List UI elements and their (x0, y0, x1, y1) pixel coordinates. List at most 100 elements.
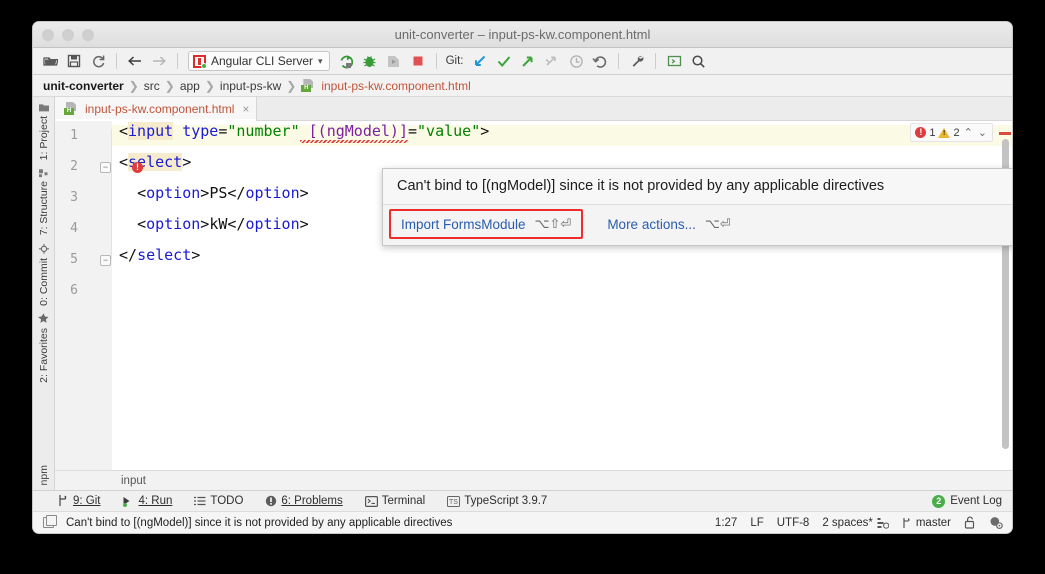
debug-icon[interactable] (359, 51, 381, 72)
maximize-window-button[interactable] (82, 28, 94, 41)
branch-name: master (915, 516, 951, 529)
inspections-icon[interactable] (989, 516, 1003, 529)
indent-config-icon (877, 517, 889, 529)
save-icon[interactable] (63, 51, 85, 72)
next-problem-icon[interactable]: ⌄ (977, 126, 988, 139)
token-text-ps: PS (209, 184, 228, 202)
token-close-open: </ (227, 215, 246, 233)
back-arrow-icon[interactable] (124, 51, 146, 72)
line-number: 4 (70, 221, 78, 236)
editor-status-indicators: 1:27 LF UTF-8 2 spaces* master (715, 516, 1012, 529)
rollback-icon[interactable] (589, 51, 611, 72)
update-project-icon[interactable] (469, 51, 491, 72)
code-line-2: <select> (119, 147, 191, 178)
sidebar-item-structure[interactable]: 7: Structure (38, 165, 50, 240)
structure-icon (38, 168, 49, 178)
memory-indicator-icon[interactable] (43, 515, 57, 528)
settings-wrench-icon[interactable] (626, 51, 648, 72)
token-tag-option-close: option (245, 215, 300, 233)
todo-list-icon (194, 496, 206, 507)
breadcrumb-item-file[interactable]: input-ps-kw.component.html (321, 79, 470, 93)
indent-label: 2 spaces* (822, 516, 873, 529)
indent-setting[interactable]: 2 spaces* (822, 517, 889, 529)
terminal-icon[interactable] (663, 51, 685, 72)
chevron-down-icon[interactable]: ▾ (318, 56, 323, 67)
import-forms-module-action[interactable]: Import FormsModule ⌥⇧⏎ (389, 209, 584, 239)
status-message: Can't bind to [(ngModel)] since it is no… (66, 516, 453, 529)
search-everywhere-icon[interactable] (687, 51, 709, 72)
token-ngmodel-binding: [(ngModel)] (299, 122, 408, 140)
toolbar-separator-3 (435, 53, 437, 69)
git-branch-icon (58, 495, 69, 507)
tab-input-ps-kw-component-html[interactable]: H input-ps-kw.component.html × (55, 97, 258, 121)
action-shortcut: ⌥⏎ (704, 216, 731, 231)
token-text-kw: kW (209, 215, 228, 233)
commit-icon (38, 243, 49, 254)
sync-icon[interactable] (87, 51, 109, 72)
status-item-git[interactable]: 9: Git (58, 495, 100, 507)
sidebar-item-commit[interactable]: 0: Commit (38, 241, 50, 311)
previous-problem-icon[interactable]: ⌃ (963, 126, 974, 139)
file-encoding[interactable]: UTF-8 (777, 517, 810, 529)
breadcrumb-item-app[interactable]: app (180, 79, 200, 93)
history-icon[interactable] (565, 51, 587, 72)
code-editor[interactable]: 1 2 3 4 5 6 − − <input type="number" [(n… (55, 121, 1012, 470)
token-close-bracket: > (480, 122, 490, 140)
sidebar-item-favorites[interactable]: 2: Favorites (38, 310, 50, 388)
close-window-button[interactable] (42, 28, 54, 41)
run-configuration-selector[interactable]: Angular CLI Server ▾ (188, 51, 330, 71)
html-file-icon: H (64, 102, 77, 115)
inspection-status-widget[interactable]: ! 1 2 ⌃ ⌄ (910, 123, 993, 142)
status-item-terminal[interactable]: Terminal (364, 495, 425, 507)
window-controls[interactable] (33, 28, 94, 41)
error-stripe-marker[interactable] (999, 132, 1011, 135)
action-label: More actions... (607, 216, 696, 232)
sidebar-item-project[interactable]: 1: Project (38, 100, 50, 165)
commit-icon[interactable] (493, 51, 515, 72)
stop-icon[interactable] (407, 51, 429, 72)
fold-gutter-line (111, 129, 112, 259)
fold-region-start[interactable]: − (100, 162, 111, 173)
line-separator[interactable]: LF (750, 517, 763, 529)
no-op-icon[interactable] (541, 51, 563, 72)
event-log-area[interactable]: 2 Event Log (932, 494, 1012, 508)
status-item-todo[interactable]: TODO (194, 495, 243, 507)
error-count: 1 (929, 126, 936, 139)
sidebar-item-npm[interactable]: npm (38, 459, 50, 490)
open-folder-icon[interactable] (39, 51, 61, 72)
branch-indicator[interactable]: master (902, 517, 951, 529)
editor-bottom-breadcrumb: input (55, 470, 1012, 490)
breadcrumb: unit-converter ❯ src ❯ app ❯ input-ps-kw… (33, 75, 1012, 97)
more-actions-action[interactable]: More actions... ⌥⏎ (597, 211, 740, 237)
error-marker-icon[interactable]: ! (132, 162, 143, 173)
status-message-bar: Can't bind to [(ngModel)] since it is no… (33, 511, 1012, 533)
caret-position[interactable]: 1:27 (715, 517, 737, 529)
status-item-typescript[interactable]: TS TypeScript 3.9.7 (447, 495, 547, 507)
run-icon[interactable] (335, 51, 357, 72)
status-item-run[interactable]: 4: Run (122, 495, 172, 507)
breadcrumb-separator-icon: ❯ (128, 78, 139, 93)
run-with-coverage-icon[interactable] (383, 51, 405, 72)
status-item-problems[interactable]: 6: Problems (265, 495, 343, 507)
minimize-window-button[interactable] (62, 28, 74, 41)
token-open-bracket: < (137, 184, 147, 202)
run-configuration-label: Angular CLI Server (211, 54, 314, 68)
toolbar-separator-4 (618, 53, 620, 69)
toolbar-separator-2 (177, 53, 178, 69)
push-icon[interactable] (517, 51, 539, 72)
forward-arrow-icon[interactable] (148, 51, 170, 72)
breadcrumb-item-src[interactable]: src (144, 79, 160, 93)
token-gt: > (200, 215, 210, 233)
breadcrumb-item-root[interactable]: unit-converter (43, 79, 124, 93)
breadcrumb-item-input-ps-kw[interactable]: input-ps-kw (220, 79, 281, 93)
typescript-icon: TS (447, 495, 461, 507)
close-icon[interactable]: × (242, 102, 249, 116)
lock-icon[interactable] (964, 516, 976, 529)
error-count-icon: ! (915, 127, 927, 138)
editor-gutter[interactable]: 1 2 3 4 5 6 (55, 121, 112, 470)
token-gt: > (299, 215, 309, 233)
fold-region-end[interactable]: − (100, 255, 111, 266)
event-log-label: Event Log (950, 495, 1002, 507)
token-tag-option: option (146, 215, 201, 233)
action-shortcut: ⌥⇧⏎ (534, 216, 572, 231)
